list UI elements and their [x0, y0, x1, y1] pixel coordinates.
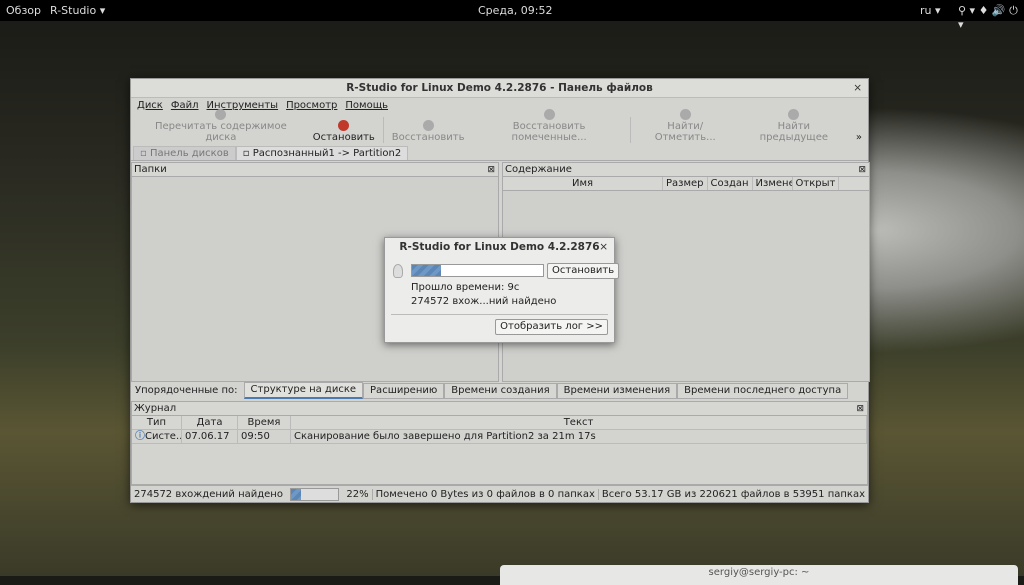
col-time[interactable]: Время: [238, 416, 291, 429]
recover-marked-button[interactable]: Восстановить помеченные...: [470, 109, 627, 146]
close-icon[interactable]: ×: [853, 79, 862, 98]
rescan-button[interactable]: Перечитать содержимое диска: [135, 109, 307, 146]
folders-title: Папки: [134, 164, 167, 175]
app-menu[interactable]: R-Studio ▾: [50, 4, 105, 17]
close-icon[interactable]: ×: [599, 238, 608, 257]
sort-created[interactable]: Времени создания: [444, 382, 557, 399]
progress-dialog: R-Studio for Linux Demo 4.2.2876 × Остано…: [384, 237, 620, 343]
toolbar-overflow[interactable]: »: [850, 132, 868, 146]
recover-marked-icon: [543, 109, 555, 120]
close-icon[interactable]: ⊠: [487, 163, 495, 177]
sort-bar: Упорядоченные по: Структуре на диске Рас…: [131, 382, 868, 399]
info-icon: ⓘ: [135, 431, 145, 442]
separator: [391, 314, 608, 315]
recover-button[interactable]: Восстановить: [386, 120, 471, 146]
sort-modified[interactable]: Времени изменения: [556, 382, 678, 399]
journal-header: Тип Дата Время Текст: [132, 416, 867, 430]
col-created[interactable]: Создан: [708, 177, 753, 190]
window-titlebar: R-Studio for Linux Demo 4.2.2876 - Панел…: [131, 79, 868, 98]
find-previous-button[interactable]: Найти предыдущее: [738, 109, 850, 146]
col-type[interactable]: Тип: [132, 416, 182, 429]
dialog-progress-bar: [411, 264, 544, 277]
close-icon[interactable]: ⊠: [856, 402, 864, 416]
window-title: R-Studio for Linux Demo 4.2.2876 - Панел…: [346, 82, 653, 94]
separator: [629, 117, 631, 143]
col-accessed[interactable]: Открыт: [793, 177, 840, 190]
contents-title: Содержание: [505, 164, 572, 175]
top-bar: Обзор R-Studio ▾ Среда, 09:52 ru ▾ ⚲ ▾ ♦…: [0, 0, 1024, 31]
col-date[interactable]: Дата: [182, 416, 238, 429]
total-summary: Всего 53.17 GB из 220621 файлов в 53951 …: [601, 488, 865, 500]
journal-pane: Журнал ⊠ Тип Дата Время Текст ⓘСисте... 0…: [131, 401, 868, 485]
sort-label: Упорядоченные по:: [135, 385, 238, 396]
journal-title: Журнал: [134, 403, 177, 414]
journal-row[interactable]: ⓘСисте... 07.06.17 09:50 Сканирование бы…: [132, 430, 867, 444]
terminal-window[interactable]: sergiy@sergiy-pc: ~: [500, 565, 1018, 585]
binoculars-back-icon: [788, 109, 800, 120]
col-size[interactable]: Размер: [663, 177, 708, 190]
binoculars-icon: [679, 109, 691, 120]
menu-help[interactable]: Помощь: [345, 98, 388, 114]
status-bar: 274572 вхождений найдено 22% Помечено 0 …: [131, 485, 868, 502]
terminal-title: sergiy@sergiy-pc: ~: [708, 567, 810, 578]
stop-icon: [338, 120, 350, 131]
separator: [382, 117, 384, 143]
sort-accessed[interactable]: Времени последнего доступа: [677, 382, 849, 399]
contents-header: Имя Размер Создан Изменен Открыт: [503, 177, 869, 191]
sort-structure[interactable]: Структуре на диске: [243, 382, 364, 399]
system-tray[interactable]: ⚲ ▾ ♦ 🔊 ⏻ ▾: [958, 4, 1024, 31]
col-modified[interactable]: Изменен: [753, 177, 793, 190]
scan-progress-bar: [289, 487, 340, 501]
tab-partition2[interactable]: ▫ Распознанный1 -> Partition2: [235, 146, 409, 160]
close-icon[interactable]: ⊠: [858, 163, 866, 177]
tab-disk-panel[interactable]: ▫ Панель дисков: [133, 146, 236, 160]
recover-icon: [422, 120, 434, 131]
language-menu[interactable]: ru ▾: [920, 4, 941, 17]
marked-summary: Помечено 0 Bytes из 0 файлов в 0 папках: [373, 488, 599, 500]
toolbar: Перечитать содержимое диска Остановить В…: [131, 109, 868, 146]
progress-percent: 22%: [343, 488, 373, 500]
dialog-title: R-Studio for Linux Demo 4.2.2876: [399, 241, 600, 253]
clock[interactable]: Среда, 09:52: [478, 4, 552, 17]
col-text[interactable]: Текст: [291, 416, 867, 429]
col-name[interactable]: Имя: [503, 177, 663, 190]
elapsed-time: Прошло времени: 9с: [411, 282, 520, 293]
refresh-icon: [215, 109, 227, 120]
found-count: 274572 вхождений найдено: [134, 488, 283, 500]
tab-bar: ▫ Панель дисков ▫ Распознанный1 -> Parti…: [131, 146, 868, 161]
dialog-found: 274572 вхож...ний найдено: [411, 296, 557, 307]
lightbulb-icon: [393, 264, 403, 278]
overview-button[interactable]: Обзор: [6, 4, 41, 17]
show-log-button[interactable]: Отобразить лог >>: [495, 319, 608, 335]
stop-button[interactable]: Остановить: [307, 120, 381, 146]
find-mark-button[interactable]: Найти/Отметить...: [633, 109, 738, 146]
sort-extension[interactable]: Расширению: [363, 382, 445, 399]
dialog-stop-button[interactable]: Остановить: [547, 263, 620, 279]
